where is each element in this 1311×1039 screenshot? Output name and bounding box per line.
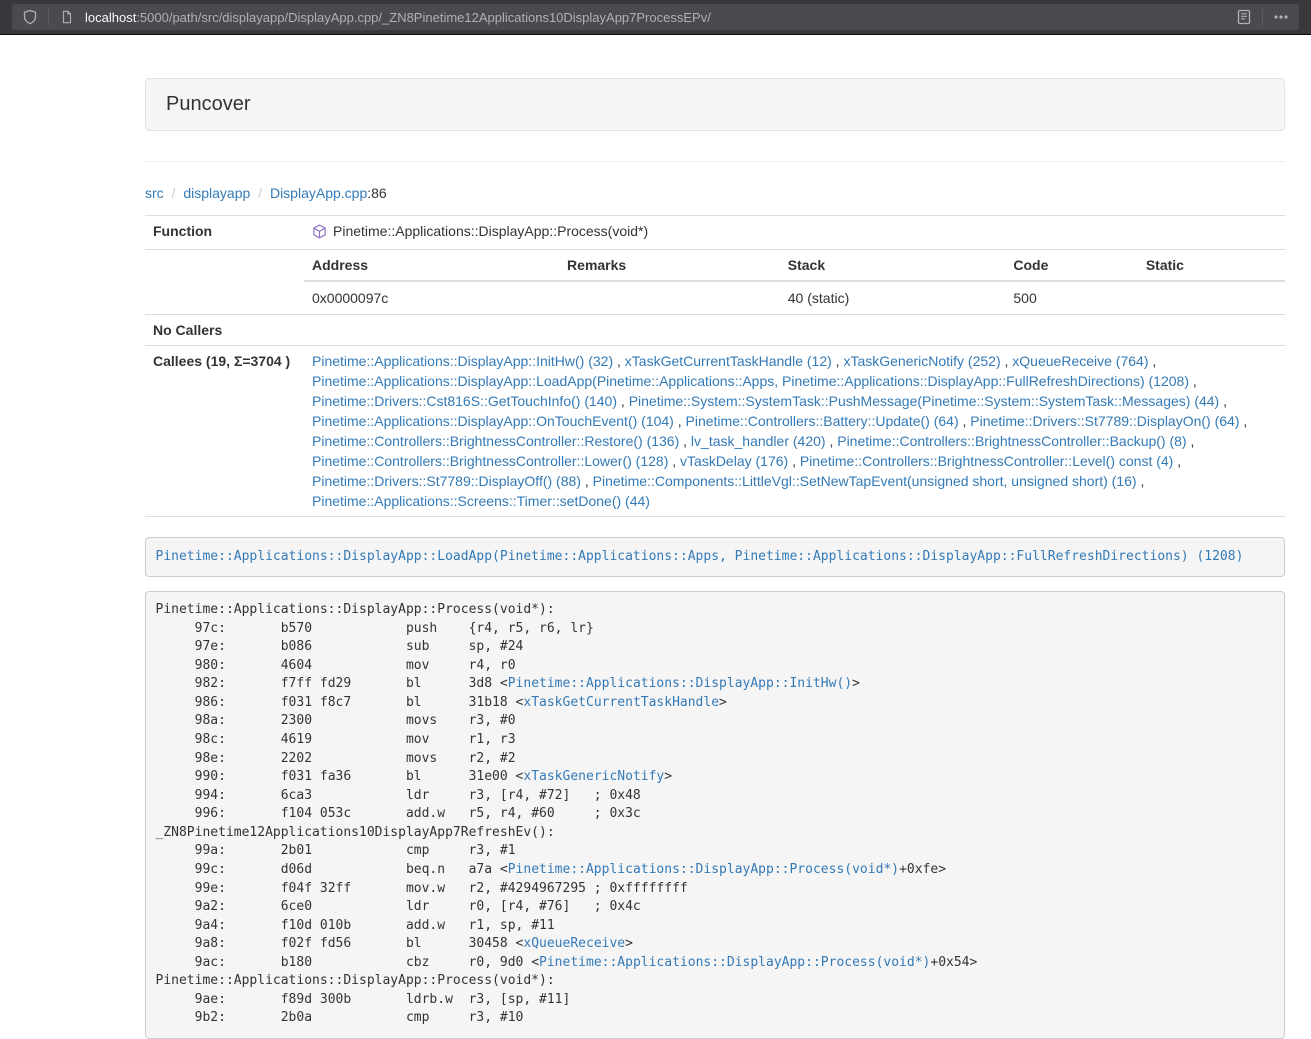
function-name: Pinetime::Applications::DisplayApp::Proc… <box>333 223 648 239</box>
callees-list: Pinetime::Applications::DisplayApp::Init… <box>304 346 1285 517</box>
url-bar[interactable]: localhost:5000/path/src/displayapp/Displ… <box>12 4 1299 30</box>
callee-link[interactable]: xQueueReceive (764) <box>1012 353 1148 369</box>
page-content: Puncover src / displayapp / DisplayApp.c… <box>145 78 1285 1039</box>
callee-link[interactable]: Pinetime::Controllers::Battery::Update()… <box>686 413 959 429</box>
callees-row: Callees (19, Σ=3704 ) Pinetime::Applicat… <box>145 346 1285 517</box>
callee-link[interactable]: Pinetime::Applications::DisplayApp::OnTo… <box>312 413 674 429</box>
caller-line-block: Pinetime::Applications::DisplayApp::Load… <box>145 537 1285 577</box>
callee-link[interactable]: Pinetime::Applications::Screens::Timer::… <box>312 493 650 509</box>
no-callers-row: No Callers <box>145 315 1285 346</box>
remarks-value <box>559 281 780 314</box>
browser-toolbar: localhost:5000/path/src/displayapp/Displ… <box>0 0 1311 35</box>
callee-link[interactable]: Pinetime::Drivers::St7789::DisplayOn() (… <box>970 413 1239 429</box>
function-detail-table: Address Remarks Stack Code Static 0x0000… <box>304 250 1285 314</box>
app-header: Puncover <box>145 78 1285 131</box>
static-value <box>1138 281 1285 314</box>
col-stack: Stack <box>780 250 1006 281</box>
disassembly-block: Pinetime::Applications::DisplayApp::Proc… <box>145 591 1285 1039</box>
callee-link[interactable]: Pinetime::Controllers::BrightnessControl… <box>312 433 679 449</box>
callees-label: Callees (19, Σ=3704 ) <box>145 346 304 517</box>
col-remarks: Remarks <box>559 250 780 281</box>
empty-label <box>145 250 304 315</box>
reader-mode-icon[interactable] <box>1234 7 1254 27</box>
col-code: Code <box>1005 250 1137 281</box>
callee-link[interactable]: xTaskGetCurrentTaskHandle (12) <box>625 353 832 369</box>
asm-symbol-link[interactable]: Pinetime::Applications::DisplayApp::Proc… <box>539 955 930 970</box>
breadcrumb-separator: / <box>168 185 180 201</box>
callee-link[interactable]: Pinetime::Applications::DisplayApp::Init… <box>312 353 613 369</box>
url-text[interactable]: localhost:5000/path/src/displayapp/Displ… <box>85 10 711 25</box>
urlbar-divider-right <box>1262 9 1263 25</box>
callee-link[interactable]: Pinetime::Applications::DisplayApp::Load… <box>312 373 1189 389</box>
table-row: 0x0000097c 40 (static) 500 <box>304 281 1285 314</box>
breadcrumb: src / displayapp / DisplayApp.cpp:86 <box>145 185 1285 201</box>
loadapp-caller-link[interactable]: Pinetime::Applications::DisplayApp::Load… <box>156 549 1244 564</box>
more-options-icon[interactable] <box>1271 7 1291 27</box>
callee-link[interactable]: Pinetime::Drivers::St7789::DisplayOff() … <box>312 473 581 489</box>
function-label: Function <box>145 216 304 250</box>
asm-symbol-link[interactable]: xTaskGetCurrentTaskHandle <box>523 695 719 710</box>
asm-symbol-link[interactable]: xQueueReceive <box>523 936 625 951</box>
asm-symbol-link[interactable]: Pinetime::Applications::DisplayApp::Init… <box>508 676 852 691</box>
callee-link[interactable]: Pinetime::System::SystemTask::PushMessag… <box>629 393 1220 409</box>
col-static: Static <box>1138 250 1285 281</box>
breadcrumb-src[interactable]: src <box>145 185 164 201</box>
asm-symbol-link[interactable]: Pinetime::Applications::DisplayApp::Proc… <box>508 862 899 877</box>
callee-link[interactable]: xTaskGenericNotify (252) <box>843 353 1000 369</box>
urlbar-divider <box>48 9 49 25</box>
shield-icon[interactable] <box>20 7 40 27</box>
breadcrumb-separator: / <box>254 185 266 201</box>
page-info-icon[interactable] <box>57 7 77 27</box>
breadcrumb-displayapp[interactable]: displayapp <box>183 185 250 201</box>
url-host: localhost <box>85 10 136 25</box>
url-path: :5000/path/src/displayapp/DisplayApp.cpp… <box>136 10 711 25</box>
app-title: Puncover <box>166 93 251 115</box>
no-callers-label: No Callers <box>145 315 304 346</box>
callee-link[interactable]: Pinetime::Controllers::BrightnessControl… <box>837 433 1186 449</box>
asm-symbol-link[interactable]: xTaskGenericNotify <box>523 769 664 784</box>
stack-value: 40 (static) <box>780 281 1006 314</box>
address-value: 0x0000097c <box>304 281 559 314</box>
callee-link[interactable]: Pinetime::Controllers::BrightnessControl… <box>800 453 1173 469</box>
callee-link[interactable]: Pinetime::Drivers::Cst816S::GetTouchInfo… <box>312 393 617 409</box>
function-table: Function Pinetime::Applications::Display… <box>145 215 1285 517</box>
breadcrumb-file[interactable]: DisplayApp.cpp <box>270 185 367 201</box>
header-divider <box>145 161 1285 162</box>
callee-link[interactable]: Pinetime::Components::LittleVgl::SetNewT… <box>593 473 1137 489</box>
symbol-cube-icon <box>312 224 327 244</box>
callee-link[interactable]: vTaskDelay (176) <box>680 453 788 469</box>
breadcrumb-line-number: :86 <box>367 185 386 201</box>
function-detail-row: Address Remarks Stack Code Static 0x0000… <box>145 250 1285 315</box>
callee-link[interactable]: Pinetime::Controllers::BrightnessControl… <box>312 453 668 469</box>
function-row: Function Pinetime::Applications::Display… <box>145 216 1285 250</box>
no-callers-value <box>304 315 1285 346</box>
callee-link[interactable]: lv_task_handler (420) <box>691 433 826 449</box>
col-address: Address <box>304 250 559 281</box>
code-value: 500 <box>1005 281 1137 314</box>
